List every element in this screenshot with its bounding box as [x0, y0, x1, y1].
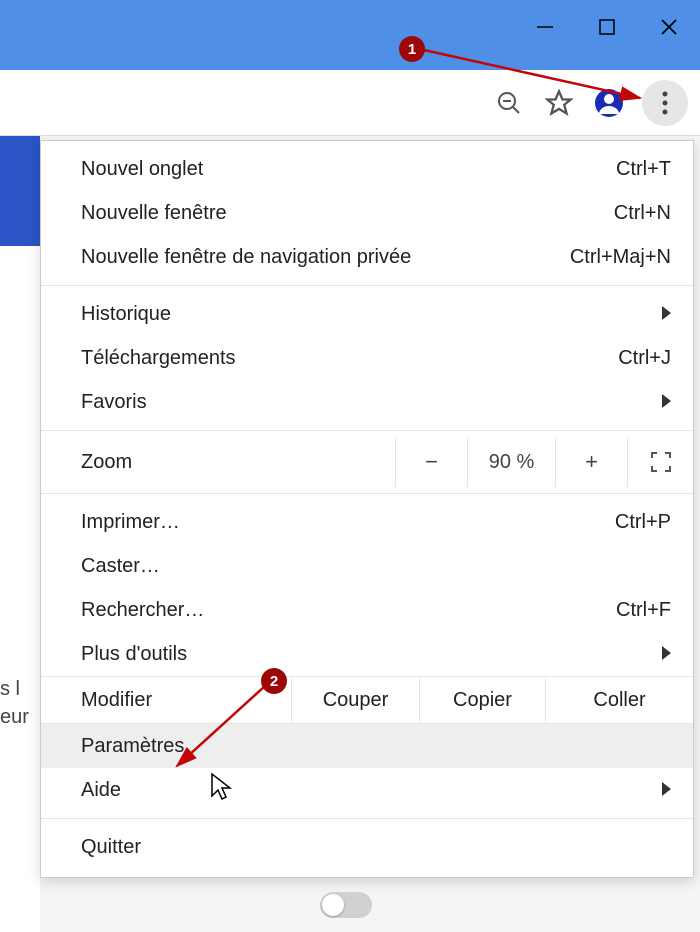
edit-label: Modifier — [41, 677, 291, 723]
zoom-out-button[interactable]: − — [395, 437, 467, 487]
window-title-bar — [0, 0, 700, 70]
menu-item-label: Nouvel onglet — [81, 158, 616, 181]
menu-item-new-tab[interactable]: Nouvel onglet Ctrl+T — [41, 147, 693, 191]
zoom-label: Zoom — [41, 451, 395, 474]
main-menu: Nouvel onglet Ctrl+T Nouvelle fenêtre Ct… — [40, 140, 694, 878]
menu-item-label: Favoris — [81, 391, 662, 414]
edit-cut-button[interactable]: Couper — [291, 677, 419, 723]
annotation-marker-1: 1 — [399, 36, 425, 62]
menu-item-label: Téléchargements — [81, 347, 618, 370]
menu-item-print[interactable]: Imprimer… Ctrl+P — [41, 500, 693, 544]
profile-button[interactable] — [592, 86, 626, 120]
window-maximize-button[interactable] — [576, 6, 638, 48]
menu-item-new-window[interactable]: Nouvelle fenêtre Ctrl+N — [41, 191, 693, 235]
menu-item-shortcut: Ctrl+P — [615, 511, 671, 534]
browser-toolbar — [0, 70, 700, 136]
menu-item-shortcut: Ctrl+N — [614, 202, 671, 225]
page-body-fragment — [0, 246, 40, 932]
menu-item-help[interactable]: Aide — [41, 768, 693, 812]
bookmark-button[interactable] — [542, 86, 576, 120]
menu-item-history[interactable]: Historique — [41, 292, 693, 336]
edit-paste-button[interactable]: Coller — [545, 677, 693, 723]
profile-icon — [594, 88, 624, 118]
menu-separator — [41, 285, 693, 286]
zoom-value: 90 % — [467, 437, 555, 487]
edit-copy-button[interactable]: Copier — [419, 677, 545, 723]
menu-item-cast[interactable]: Caster… — [41, 544, 693, 588]
page-text-fragment: s l — [0, 678, 20, 701]
menu-item-label: Paramètres — [81, 735, 671, 758]
zoom-in-button[interactable]: + — [555, 437, 627, 487]
menu-item-shortcut: Ctrl+T — [616, 158, 671, 181]
menu-item-label: Nouvelle fenêtre de navigation privée — [81, 246, 570, 269]
page-text-fragment: eur — [0, 706, 29, 729]
menu-item-label: Historique — [81, 303, 662, 326]
star-icon — [545, 89, 573, 117]
menu-item-incognito[interactable]: Nouvelle fenêtre de navigation privée Ct… — [41, 235, 693, 279]
menu-item-edit: Modifier Couper Copier Coller — [41, 676, 693, 724]
menu-item-more-tools[interactable]: Plus d'outils — [41, 632, 693, 676]
page-toggle[interactable] — [320, 892, 372, 918]
zoom-out-button[interactable] — [492, 86, 526, 120]
menu-item-label: Caster… — [81, 555, 671, 578]
fullscreen-icon — [650, 451, 672, 473]
menu-item-zoom: Zoom − 90 % + — [41, 437, 693, 487]
menu-item-downloads[interactable]: Téléchargements Ctrl+J — [41, 336, 693, 380]
menu-item-shortcut: Ctrl+J — [618, 347, 671, 370]
menu-item-find[interactable]: Rechercher… Ctrl+F — [41, 588, 693, 632]
kebab-menu-icon — [662, 91, 668, 115]
menu-item-shortcut: Ctrl+F — [616, 599, 671, 622]
menu-item-bookmarks[interactable]: Favoris — [41, 380, 693, 424]
menu-item-label: Nouvelle fenêtre — [81, 202, 614, 225]
menu-item-label: Imprimer… — [81, 511, 615, 534]
submenu-arrow-icon — [662, 779, 671, 802]
menu-separator — [41, 430, 693, 431]
annotation-marker-2: 2 — [261, 668, 287, 694]
window-minimize-button[interactable] — [514, 6, 576, 48]
menu-item-label: Plus d'outils — [81, 643, 662, 666]
menu-separator — [41, 818, 693, 819]
close-icon — [659, 17, 679, 37]
submenu-arrow-icon — [662, 391, 671, 414]
maximize-icon — [598, 18, 616, 36]
fullscreen-button[interactable] — [627, 437, 693, 487]
window-close-button[interactable] — [638, 6, 700, 48]
menu-item-settings[interactable]: Paramètres — [41, 724, 693, 768]
menu-item-label: Rechercher… — [81, 599, 616, 622]
menu-item-label: Quitter — [81, 836, 671, 859]
toggle-knob — [322, 894, 344, 916]
submenu-arrow-icon — [662, 303, 671, 326]
minimize-icon — [535, 17, 555, 37]
page-header-fragment — [0, 136, 40, 246]
menu-item-label: Aide — [81, 779, 662, 802]
menu-item-shortcut: Ctrl+Maj+N — [570, 246, 671, 269]
main-menu-button[interactable] — [642, 80, 688, 126]
menu-item-quit[interactable]: Quitter — [41, 825, 693, 869]
submenu-arrow-icon — [662, 643, 671, 666]
zoom-out-icon — [496, 90, 522, 116]
menu-separator — [41, 493, 693, 494]
